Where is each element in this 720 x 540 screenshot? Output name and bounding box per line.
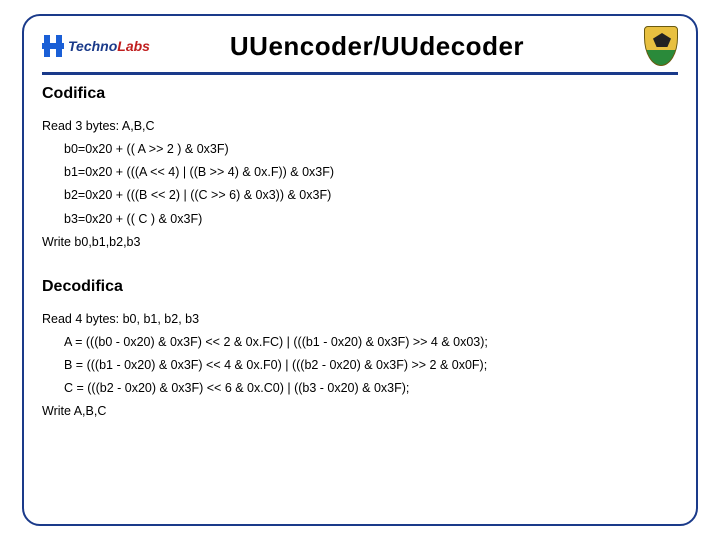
slide-header: TechnoLabs UUencoder/UUdecoder	[42, 26, 678, 75]
codifica-b1-line: b1=0x20 + (((A << 4) | ((B >> 4) & 0x.F)…	[42, 161, 678, 184]
codifica-b0-line: b0=0x20 + (( A >> 2 ) & 0x3F)	[42, 138, 678, 161]
codifica-heading: Codifica	[42, 85, 678, 103]
codifica-section: Codifica Read 3 bytes: A,B,C b0=0x20 + (…	[42, 85, 678, 254]
codifica-b2-line: b2=0x20 + (((B << 2) | ((C >> 6) & 0x3))…	[42, 184, 678, 207]
decodifica-read-line: Read 4 bytes: b0, b1, b2, b3	[42, 312, 199, 326]
codifica-body: Read 3 bytes: A,B,C b0=0x20 + (( A >> 2 …	[42, 115, 678, 254]
slide-title: UUencoder/UUdecoder	[122, 31, 632, 62]
decodifica-b-line: B = (((b1 - 0x20) & 0x3F) << 4 & 0x.F0) …	[42, 354, 678, 377]
decodifica-body: Read 4 bytes: b0, b1, b2, b3 A = (((b0 -…	[42, 308, 678, 424]
codifica-b3-line: b3=0x20 + (( C ) & 0x3F)	[42, 208, 678, 231]
slide-frame: TechnoLabs UUencoder/UUdecoder Codifica …	[22, 14, 698, 526]
codifica-read-line: Read 3 bytes: A,B,C	[42, 119, 155, 133]
decodifica-a-line: A = (((b0 - 0x20) & 0x3F) << 2 & 0x.FC) …	[42, 331, 678, 354]
decodifica-write-line: Write A,B,C	[42, 404, 106, 418]
crest-icon	[644, 26, 678, 66]
brand-prefix: Techno	[68, 38, 117, 54]
decodifica-heading: Decodifica	[42, 278, 678, 296]
decodifica-section: Decodifica Read 4 bytes: b0, b1, b2, b3 …	[42, 278, 678, 424]
logo-mark-icon	[42, 35, 64, 57]
codifica-write-line: Write b0,b1,b2,b3	[42, 235, 140, 249]
decodifica-c-line: C = (((b2 - 0x20) & 0x3F) << 6 & 0x.C0) …	[42, 377, 678, 400]
